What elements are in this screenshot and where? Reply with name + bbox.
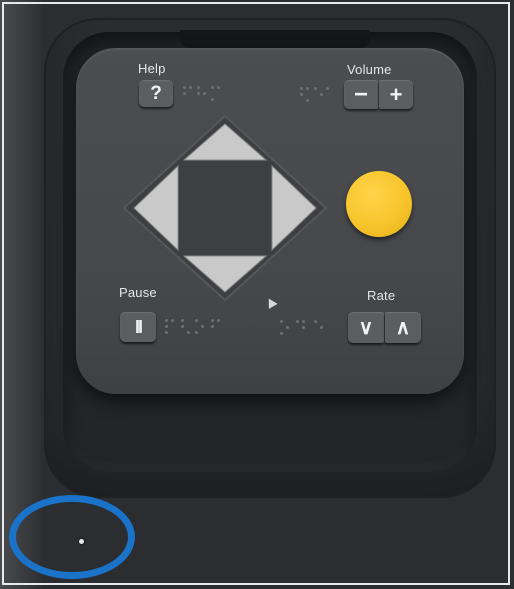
volume-down-button[interactable]: − <box>344 80 378 109</box>
dpad <box>122 114 328 302</box>
volume-up-button[interactable]: + <box>379 80 413 109</box>
annotation-circle <box>9 495 135 579</box>
pause-label: Pause <box>119 285 157 300</box>
chevron-up-icon: ∧ <box>395 317 411 339</box>
question-mark-icon: ? <box>150 82 162 104</box>
plus-icon: + <box>389 81 403 107</box>
help-label: Help <box>138 61 166 76</box>
headphone-jack-pinhole <box>79 539 84 544</box>
rate-label: Rate <box>367 288 396 303</box>
select-button[interactable] <box>346 171 412 237</box>
photo-stage: Help ? Volume − + Pause II Rate ∨ ∧ <box>0 0 514 589</box>
bezel-slot <box>180 30 370 48</box>
volume-label: Volume <box>347 62 392 77</box>
pause-button[interactable]: II <box>120 312 156 342</box>
pause-icon: II <box>134 316 143 337</box>
help-button[interactable]: ? <box>139 80 173 107</box>
minus-icon: − <box>353 80 368 108</box>
rate-up-button[interactable]: ∧ <box>385 312 421 343</box>
rate-down-button[interactable]: ∨ <box>348 312 384 343</box>
chevron-down-icon: ∨ <box>358 317 374 339</box>
